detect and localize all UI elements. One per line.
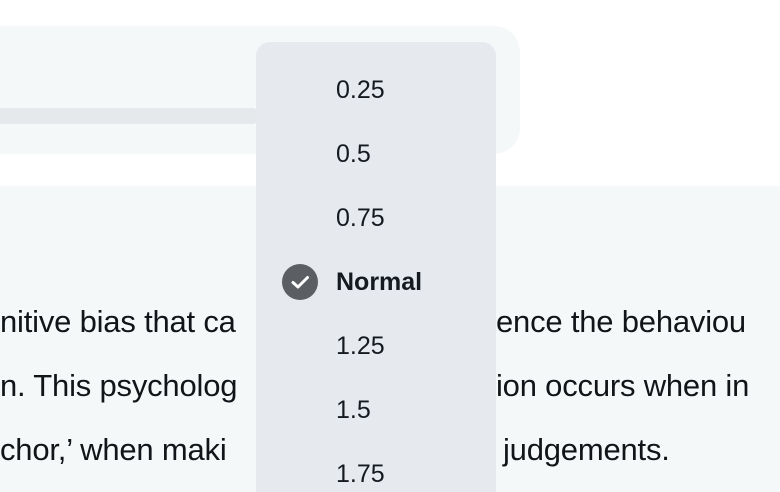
speed-option-0-5[interactable]: 0.5 <box>256 122 496 186</box>
speed-option-0-75[interactable]: 0.75 <box>256 186 496 250</box>
playback-progress-bar[interactable] <box>0 108 260 124</box>
speed-option-1-25[interactable]: 1.25 <box>256 314 496 378</box>
speed-option-label: 1.75 <box>336 459 385 488</box>
speed-option-label: 1.5 <box>336 395 371 424</box>
article-line-2-left: n. This psycholog <box>0 368 238 403</box>
speed-option-label: 0.5 <box>336 139 371 168</box>
speed-option-1-75[interactable]: 1.75 <box>256 442 496 492</box>
playback-speed-menu: 0.25 0.5 0.75 Normal 1.25 1.5 1.75 <box>256 42 496 492</box>
speed-option-1-5[interactable]: 1.5 <box>256 378 496 442</box>
speed-option-label: 0.25 <box>336 75 385 104</box>
check-circle-icon <box>282 264 318 300</box>
speed-option-label: Normal <box>336 267 423 296</box>
speed-option-label: 0.75 <box>336 203 385 232</box>
article-line-1-left: nitive bias that ca <box>0 304 236 339</box>
article-line-2-right: ion occurs when in <box>496 368 750 403</box>
page: nitive bias that ca n. This psycholog ch… <box>0 0 780 492</box>
article-line-1-right: ence the behaviou <box>496 304 746 339</box>
article-line-3-left: chor,’ when maki <box>0 432 227 467</box>
speed-option-0-25[interactable]: 0.25 <box>256 58 496 122</box>
article-line-3-right: judgements. <box>503 432 670 467</box>
speed-option-label: 1.25 <box>336 331 385 360</box>
speed-option-normal[interactable]: Normal <box>256 250 496 314</box>
